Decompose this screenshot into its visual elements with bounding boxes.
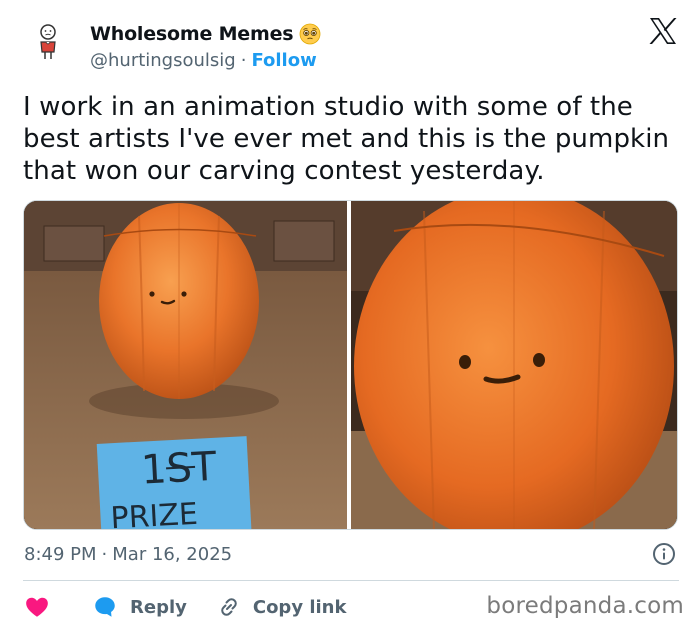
left-photo: 1ST PRIZE xyxy=(24,201,347,530)
tweet-date: Mar 16, 2025 xyxy=(112,543,233,565)
reply-label: Reply xyxy=(130,596,187,618)
action-bar: Reply Copy link xyxy=(24,592,346,622)
handle-separator: · xyxy=(240,49,247,71)
info-icon[interactable] xyxy=(652,542,676,566)
copy-link-button[interactable]: Copy link xyxy=(217,595,347,619)
heart-icon xyxy=(26,597,48,617)
x-logo-icon[interactable] xyxy=(648,16,678,46)
author-handle[interactable]: @hurtingsoulsig xyxy=(90,50,236,71)
reply-button[interactable]: Reply xyxy=(92,594,187,620)
date-separator: · xyxy=(101,543,108,565)
prize-sign: 1ST PRIZE xyxy=(96,436,252,530)
tweet-card: Wholesome Memes @hurtingsoulsig · Follow… xyxy=(0,0,700,633)
sign-line-1: 1ST xyxy=(140,444,218,494)
right-photo xyxy=(351,201,677,529)
tweet-text: I work in an animation studio with some … xyxy=(23,92,670,186)
link-icon xyxy=(221,598,237,616)
tweet-time: 8:49 PM xyxy=(24,543,97,565)
author-display-name[interactable]: Wholesome Memes xyxy=(90,23,294,45)
tweet-media[interactable]: 1ST PRIZE xyxy=(23,200,678,530)
author-name-row: Wholesome Memes xyxy=(90,22,321,46)
like-button[interactable] xyxy=(24,593,52,621)
tweet-timestamp[interactable]: 8:49 PM · Mar 16, 2025 xyxy=(24,543,232,565)
follow-button[interactable]: Follow xyxy=(251,50,316,71)
pumpkin-photo: 1ST PRIZE xyxy=(24,201,677,530)
watermark: boredpanda.com xyxy=(486,593,684,619)
sign-line-2: PRIZE xyxy=(110,497,199,530)
pleading-face-icon xyxy=(299,23,321,45)
divider xyxy=(23,580,679,581)
author-handle-row: @hurtingsoulsig · Follow xyxy=(90,48,317,72)
avatar[interactable] xyxy=(24,16,72,64)
speech-bubble-icon xyxy=(95,597,115,617)
copy-link-label: Copy link xyxy=(252,596,347,618)
avatar-illustration xyxy=(40,24,56,59)
